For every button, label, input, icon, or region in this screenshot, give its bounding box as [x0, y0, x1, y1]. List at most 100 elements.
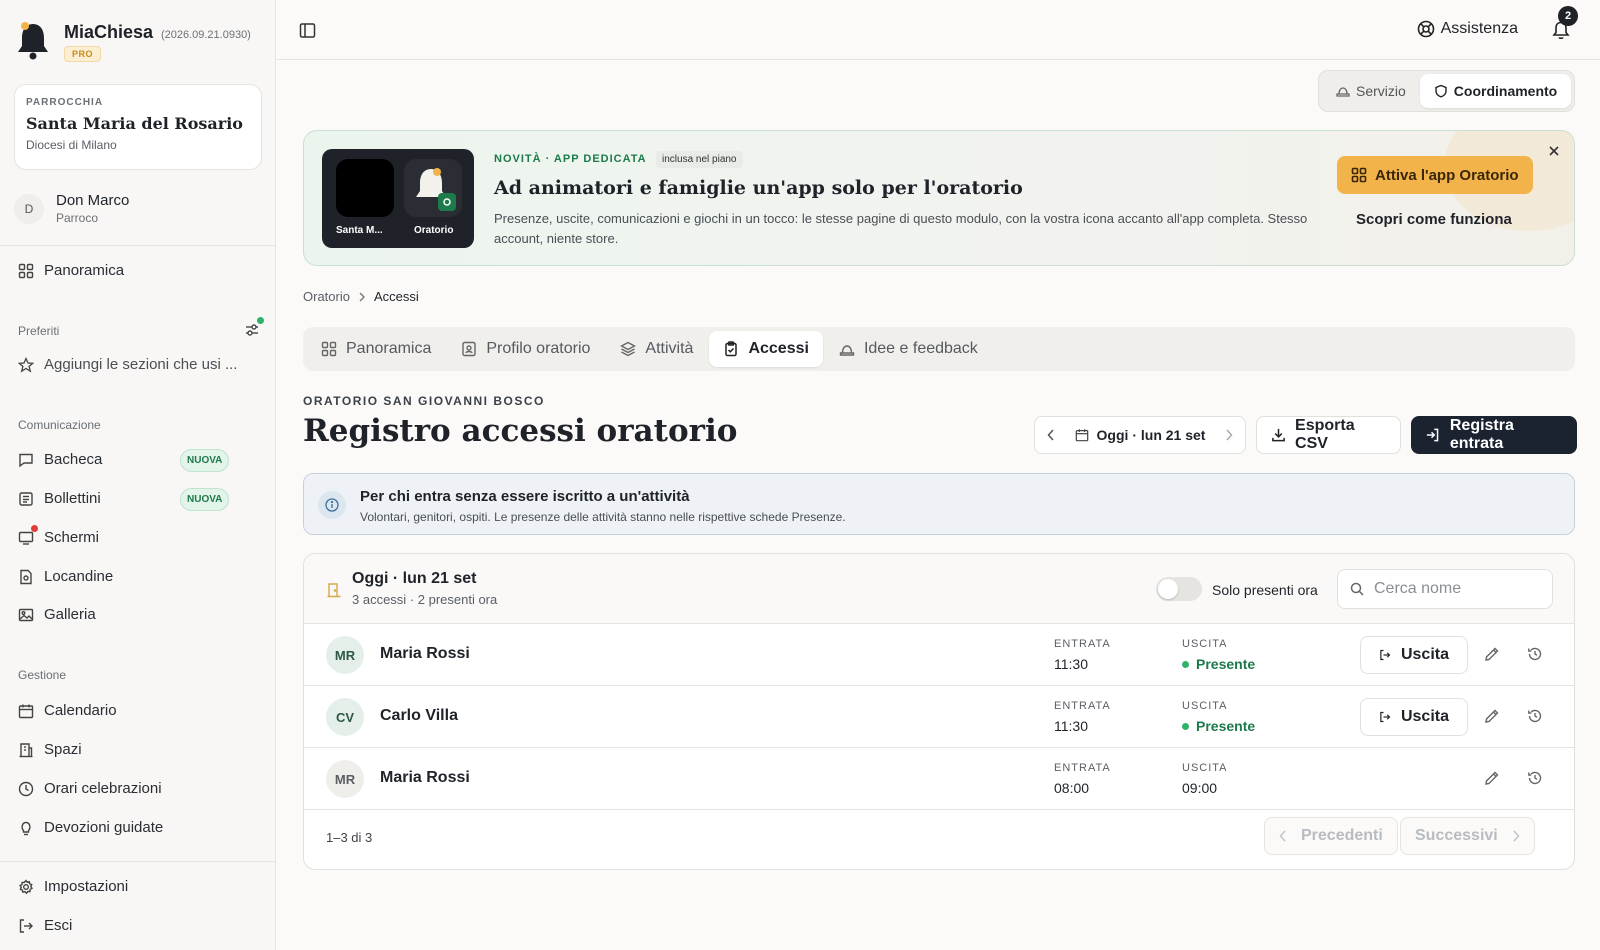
- sidebar-item-overview[interactable]: Panoramica: [18, 262, 124, 279]
- assist-label: Assistenza: [1440, 20, 1518, 37]
- breadcrumb: Oratorio Accessi: [303, 289, 419, 304]
- breadcrumb-current: Accessi: [373, 289, 419, 304]
- info-icon: [318, 491, 346, 519]
- parish-diocese: Diocesi di Milano: [26, 138, 117, 152]
- sidebar-item-bacheca[interactable]: Bacheca: [18, 451, 102, 468]
- tab-label: Panoramica: [346, 340, 432, 357]
- button-label: Uscita: [1400, 708, 1449, 725]
- status-dot: [257, 317, 264, 324]
- close-promo-button[interactable]: [1548, 145, 1560, 157]
- edit-button[interactable]: [1484, 708, 1500, 724]
- status-present: Presente: [1182, 656, 1255, 672]
- status-dot: [1182, 722, 1189, 730]
- next-day-button[interactable]: [1225, 429, 1233, 441]
- sidebar-item-locandine[interactable]: Locandine: [18, 568, 113, 585]
- promo-title: Ad animatori e famiglie un'app solo per …: [494, 177, 1023, 199]
- layers-icon: [620, 341, 637, 357]
- sidebar-item-label: Schermi: [44, 529, 100, 546]
- person-name[interactable]: Maria Rossi: [380, 769, 470, 787]
- edit-button[interactable]: [1484, 646, 1500, 662]
- register-entry-button[interactable]: Registra entrata: [1411, 416, 1577, 454]
- date-selector[interactable]: Oggi · lun 21 set: [1075, 427, 1205, 443]
- status-present: Presente: [1182, 718, 1255, 734]
- page-kicker: ORATORIO SAN GIOVANNI BOSCO: [303, 394, 545, 408]
- parish-card[interactable]: PARROCCHIA Santa Maria del Rosario Dioce…: [14, 84, 262, 170]
- export-csv-button[interactable]: Esporta CSV: [1256, 416, 1401, 454]
- favorites-label: Preferiti: [18, 324, 60, 338]
- status-label: Presente: [1196, 718, 1256, 734]
- tab-idee[interactable]: Idee e feedback: [825, 331, 992, 367]
- calendar-icon: [1075, 429, 1088, 442]
- breadcrumb-link[interactable]: Oratorio: [303, 289, 350, 304]
- history-button[interactable]: [1527, 646, 1543, 662]
- chevron-left-icon: [1047, 429, 1054, 441]
- sidebar-item-calendario[interactable]: Calendario: [18, 702, 117, 719]
- tab-accessi[interactable]: Accessi: [709, 331, 823, 367]
- tab-profilo[interactable]: Profilo oratorio: [447, 331, 604, 367]
- person-name[interactable]: Carlo Villa: [380, 707, 458, 725]
- search-input[interactable]: [1374, 580, 1534, 598]
- learn-more-link[interactable]: Scopri come funziona: [1356, 211, 1512, 228]
- edit-button[interactable]: [1484, 770, 1500, 786]
- plan-included-badge: inclusa nel piano: [656, 151, 743, 168]
- sidebar-item-devozioni[interactable]: Devozioni guidate: [18, 819, 163, 836]
- status-label: Presente: [1196, 656, 1256, 672]
- hands-icon: [1336, 87, 1350, 97]
- entry-label: ENTRATA: [1054, 762, 1111, 774]
- sidebar-item-label: Locandine: [44, 568, 114, 585]
- role-servizio-button[interactable]: Servizio: [1322, 74, 1420, 108]
- history-button[interactable]: [1527, 770, 1543, 786]
- sidebar-item-orari[interactable]: Orari celebrazioni: [18, 780, 162, 797]
- sidebar-item-schermi[interactable]: Schermi: [18, 524, 100, 546]
- login-icon: [1426, 428, 1439, 442]
- new-badge: NUOVA: [180, 488, 230, 511]
- prev-day-button[interactable]: [1047, 429, 1055, 441]
- next-page-button[interactable]: Successivi: [1400, 817, 1535, 855]
- info-title: Per chi entra senza essere iscritto a un…: [360, 488, 690, 505]
- sidebar-item-add-favorites[interactable]: Aggiungi le sezioni che usi ...: [18, 356, 237, 373]
- shield-icon: [1435, 84, 1447, 98]
- exit-label: USCITA: [1182, 762, 1228, 774]
- bell-logo-icon: [18, 22, 48, 60]
- activate-app-button[interactable]: Attiva l'app Oratorio: [1337, 156, 1533, 194]
- topbar: Assistenza 2: [277, 0, 1600, 60]
- avatar: MR: [326, 636, 364, 674]
- entry-time: 11:30: [1054, 718, 1088, 734]
- brand[interactable]: MiaChiesa (2026.09.21.0930) PRO: [16, 20, 251, 62]
- prev-page-button[interactable]: Precedenti: [1264, 817, 1398, 855]
- user-profile[interactable]: D Don Marco Parroco: [14, 192, 129, 225]
- role-coordinamento-button[interactable]: Coordinamento: [1419, 74, 1572, 108]
- history-icon: [1528, 709, 1542, 723]
- present-only-toggle[interactable]: [1156, 577, 1202, 601]
- card-header: Oggi · lun 21 set 3 accessi · 2 presenti…: [304, 554, 1574, 624]
- history-button[interactable]: [1527, 708, 1543, 724]
- sidebar-toggle-button[interactable]: [299, 22, 316, 39]
- pencil-icon: [1485, 647, 1499, 661]
- app-preview: Santa M... Oratorio: [322, 149, 474, 248]
- history-icon: [1528, 647, 1542, 661]
- favorites-settings-button[interactable]: [244, 317, 264, 338]
- plan-badge: PRO: [64, 46, 102, 62]
- grid-icon: [321, 341, 337, 357]
- assist-button[interactable]: Assistenza: [1417, 20, 1518, 38]
- entry-time: 08:00: [1054, 780, 1090, 796]
- sidebar-item-galleria[interactable]: Galleria: [18, 606, 96, 623]
- card-subtitle: 3 accessi · 2 presenti ora: [352, 592, 498, 607]
- sidebar-item-esci[interactable]: Esci: [18, 917, 72, 934]
- exit-button[interactable]: Uscita: [1360, 698, 1468, 736]
- person-name[interactable]: Maria Rossi: [380, 645, 470, 663]
- search-field: [1337, 569, 1553, 609]
- divider: [0, 245, 276, 246]
- sidebar-item-label: Esci: [44, 917, 73, 934]
- sidebar-item-bollettini[interactable]: Bollettini: [18, 490, 101, 507]
- exit-button[interactable]: Uscita: [1360, 636, 1468, 674]
- tab-panoramica[interactable]: Panoramica: [307, 331, 445, 367]
- notifications-button[interactable]: 2: [1552, 6, 1578, 40]
- logout-icon: [1380, 649, 1391, 661]
- search-icon: [1350, 582, 1364, 596]
- sidebar-item-spazi[interactable]: Spazi: [18, 741, 82, 758]
- door-icon: [327, 583, 341, 598]
- sidebar-item-impostazioni[interactable]: Impostazioni: [18, 878, 128, 895]
- tab-attivita[interactable]: Attività: [606, 331, 707, 367]
- exit-label: USCITA: [1182, 638, 1228, 650]
